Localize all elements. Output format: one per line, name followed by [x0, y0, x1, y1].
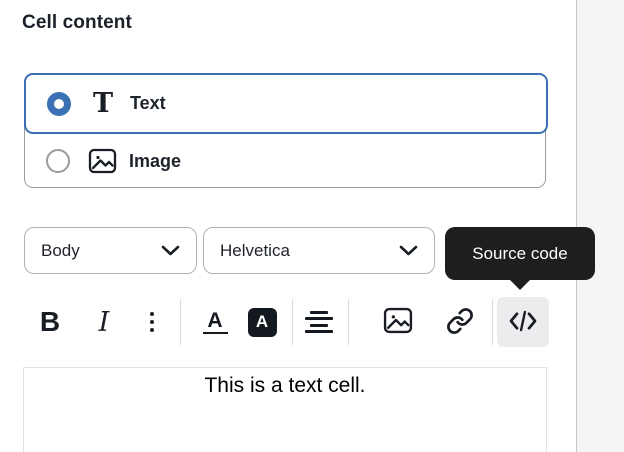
- source-code-button[interactable]: [497, 297, 549, 347]
- insert-link-button[interactable]: [446, 297, 474, 347]
- toolbar-divider: [492, 299, 493, 345]
- source-code-tooltip: Source code: [445, 227, 595, 280]
- chevron-down-icon: [161, 241, 180, 261]
- radio-selected-icon[interactable]: [47, 92, 71, 116]
- cell-type-option-text[interactable]: T Text: [24, 73, 548, 134]
- more-options-button[interactable]: [142, 297, 162, 347]
- toolbar-divider: [348, 299, 349, 345]
- chevron-down-icon: [399, 241, 418, 261]
- radio-unselected-icon[interactable]: [46, 149, 70, 173]
- cell-type-label-image: Image: [129, 151, 181, 172]
- side-rail: [576, 0, 624, 452]
- bold-button[interactable]: B: [36, 297, 64, 347]
- cell-type-label-text: Text: [130, 93, 166, 114]
- tooltip-caret: [509, 279, 531, 290]
- source-code-icon: [508, 309, 538, 336]
- background-color-button[interactable]: A: [247, 297, 277, 347]
- align-center-icon: [305, 311, 333, 334]
- text-color-button[interactable]: A: [201, 297, 229, 347]
- align-center-button[interactable]: [304, 297, 334, 347]
- tooltip-label: Source code: [472, 244, 567, 264]
- insert-image-button[interactable]: [383, 297, 413, 347]
- more-options-icon: [150, 312, 155, 333]
- toolbar-divider: [292, 299, 293, 345]
- cell-properties-panel: Cell content T Text Image Body: [0, 0, 624, 452]
- panel-heading: Cell content: [22, 12, 132, 34]
- cell-type-radio-group: T Text Image: [24, 73, 546, 188]
- italic-icon: I: [99, 307, 110, 338]
- text-color-icon: A: [203, 311, 228, 334]
- font-family-select[interactable]: Helvetica: [203, 227, 435, 274]
- image-icon: [383, 307, 413, 337]
- editor-content-area[interactable]: This is a text cell.: [23, 367, 547, 452]
- editor-text[interactable]: This is a text cell.: [24, 374, 546, 398]
- block-format-select[interactable]: Body: [24, 227, 197, 274]
- toolbar-divider: [180, 299, 181, 345]
- text-icon: T: [88, 91, 118, 117]
- cell-type-option-image[interactable]: Image: [25, 134, 545, 188]
- link-icon: [446, 307, 474, 338]
- bold-icon: B: [40, 306, 60, 338]
- image-icon: [87, 148, 117, 174]
- block-format-value: Body: [41, 241, 80, 261]
- italic-button[interactable]: I: [90, 297, 118, 347]
- background-color-icon: A: [248, 308, 277, 337]
- font-family-value: Helvetica: [220, 241, 290, 261]
